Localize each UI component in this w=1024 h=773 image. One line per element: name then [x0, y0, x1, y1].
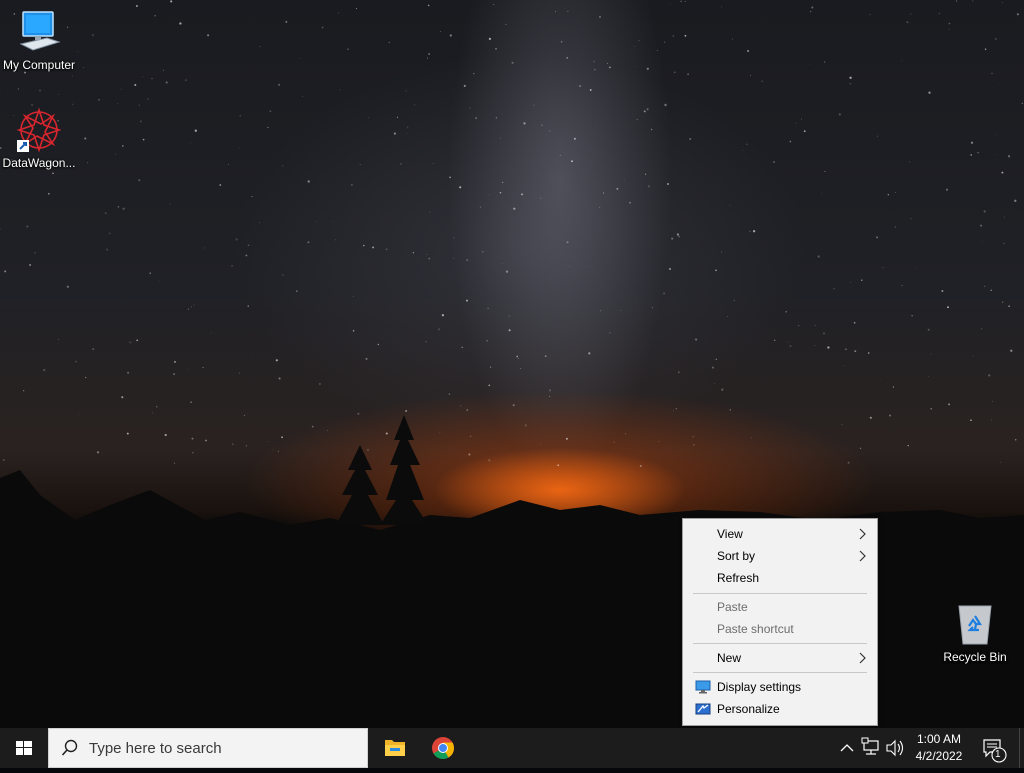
taskbar-clock[interactable]: 1:00 AM 4/2/2022 — [910, 731, 968, 765]
desktop-icon-label: My Computer — [2, 58, 76, 72]
menu-separator — [693, 593, 867, 594]
menu-separator — [693, 643, 867, 644]
clock-date: 4/2/2022 — [915, 749, 963, 763]
desktop-icon-datawagon[interactable]: DataWagon... — [0, 106, 78, 170]
chevron-right-icon — [859, 528, 866, 540]
menu-item-label: Personalize — [717, 702, 780, 716]
menu-item-label: Paste — [717, 600, 748, 614]
chevron-right-icon — [859, 550, 866, 562]
desktop-icon-recycle-bin[interactable]: Recycle Bin — [936, 600, 1014, 664]
menu-item-view[interactable]: View — [685, 523, 875, 545]
show-hidden-icons-button[interactable] — [838, 728, 856, 768]
desktop-context-menu: View Sort by Refresh Paste Paste shortcu… — [682, 518, 878, 726]
chrome-icon — [432, 737, 454, 759]
notification-icon — [983, 739, 1007, 763]
menu-item-new[interactable]: New — [685, 647, 875, 669]
menu-item-paste-shortcut[interactable]: Paste shortcut — [685, 618, 875, 640]
menu-item-paste[interactable]: Paste — [685, 596, 875, 618]
menu-item-label: New — [717, 651, 742, 665]
menu-item-label: Refresh — [717, 571, 760, 585]
menu-item-label: View — [717, 527, 743, 541]
computer-icon — [15, 8, 63, 56]
network-button[interactable] — [860, 728, 882, 768]
menu-item-label: Sort by — [717, 549, 756, 563]
menu-item-label: Paste shortcut — [717, 622, 794, 636]
desktop-icon-label: DataWagon... — [2, 156, 76, 170]
network-icon — [861, 737, 879, 755]
recycle-bin-icon — [951, 600, 999, 648]
search-placeholder: Type here to search — [89, 740, 222, 757]
menu-item-personalize[interactable]: Personalize — [685, 698, 875, 720]
file-explorer-icon — [385, 740, 405, 756]
menu-item-label: Display settings — [717, 680, 802, 694]
datawagon-icon — [15, 106, 63, 154]
menu-item-sort-by[interactable]: Sort by — [685, 545, 875, 567]
menu-separator — [693, 672, 867, 673]
clock-time: 1:00 AM — [916, 732, 962, 746]
taskbar: Type here to search 1:00 AM 4/2/2022 1 — [0, 728, 1024, 768]
volume-button[interactable] — [884, 728, 906, 768]
search-icon — [61, 739, 78, 756]
personalize-icon — [695, 703, 711, 715]
taskbar-chrome[interactable] — [419, 728, 467, 768]
taskbar-search-box[interactable]: Type here to search — [48, 728, 368, 768]
menu-item-refresh[interactable]: Refresh — [685, 567, 875, 589]
start-button[interactable] — [0, 728, 48, 768]
chevron-right-icon — [859, 652, 866, 664]
display-settings-icon — [695, 680, 711, 694]
desktop-icon-my-computer[interactable]: My Computer — [0, 8, 78, 72]
action-center-button[interactable]: 1 — [978, 728, 1008, 768]
taskbar-file-explorer[interactable] — [371, 728, 419, 768]
chevron-up-icon — [840, 744, 854, 752]
speaker-icon — [886, 739, 904, 757]
show-desktop-button[interactable] — [1019, 728, 1024, 768]
notification-count-badge: 1 — [995, 749, 1001, 760]
menu-item-display-settings[interactable]: Display settings — [685, 676, 875, 698]
desktop-icon-label: Recycle Bin — [943, 650, 1007, 664]
windows-logo-icon — [16, 741, 32, 755]
